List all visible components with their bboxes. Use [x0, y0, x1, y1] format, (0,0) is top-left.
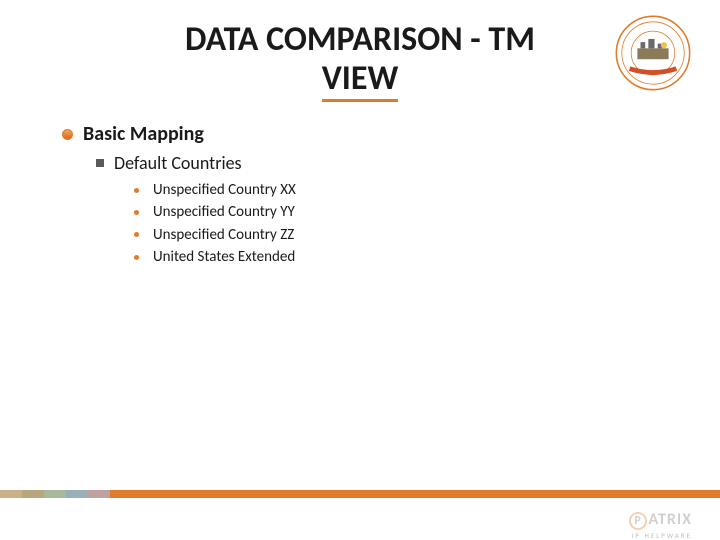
bullet-level3: United States Extended	[134, 247, 670, 267]
bullet-tinydot-icon	[134, 255, 139, 260]
level3-text: Unspecified Country YY	[153, 202, 295, 222]
bullet-square-icon	[96, 159, 104, 167]
logo-p-icon: P	[629, 512, 647, 530]
bullet-level1: Basic Mapping	[62, 122, 670, 146]
bullet-level3: Unspecified Country XX	[134, 180, 670, 200]
slide-title: DATA COMPARISON - TM VIEW	[120, 20, 600, 102]
level2-text: Default Countries	[114, 152, 242, 174]
bullet-tinydot-icon	[134, 232, 139, 237]
footer-seg	[88, 490, 110, 498]
title-line-2: VIEW	[322, 59, 399, 102]
bullet-level2: Default Countries	[96, 152, 670, 174]
slide: DATA COMPARISON - TM VIEW Basic Mapping …	[0, 0, 720, 540]
footer-seg	[0, 490, 22, 498]
footer-seg-main	[110, 490, 720, 498]
footer-seg	[22, 490, 44, 498]
level3-text: United States Extended	[153, 247, 295, 267]
bullet-tinydot-icon	[134, 188, 139, 193]
level1-text: Basic Mapping	[83, 122, 204, 146]
bullet-level3: Unspecified Country YY	[134, 202, 670, 222]
bullet-tinydot-icon	[134, 210, 139, 215]
bullet-level3: Unspecified Country ZZ	[134, 225, 670, 245]
footer-seg	[66, 490, 88, 498]
level3-text: Unspecified Country ZZ	[153, 225, 294, 245]
logo-text: ATRIX	[649, 510, 692, 529]
conference-badge	[614, 14, 692, 92]
footer-seg	[44, 490, 66, 498]
title-line-1: DATA COMPARISON - TM	[185, 19, 535, 60]
patrix-logo: P ATRIX	[629, 510, 692, 530]
footer-accent-bar	[0, 490, 720, 498]
bullet-dot-icon	[62, 129, 73, 140]
logo-subtitle: IP HELPWARE	[632, 531, 692, 540]
content-body: Basic Mapping Default Countries Unspecif…	[50, 116, 670, 267]
level3-text: Unspecified Country XX	[153, 180, 296, 200]
